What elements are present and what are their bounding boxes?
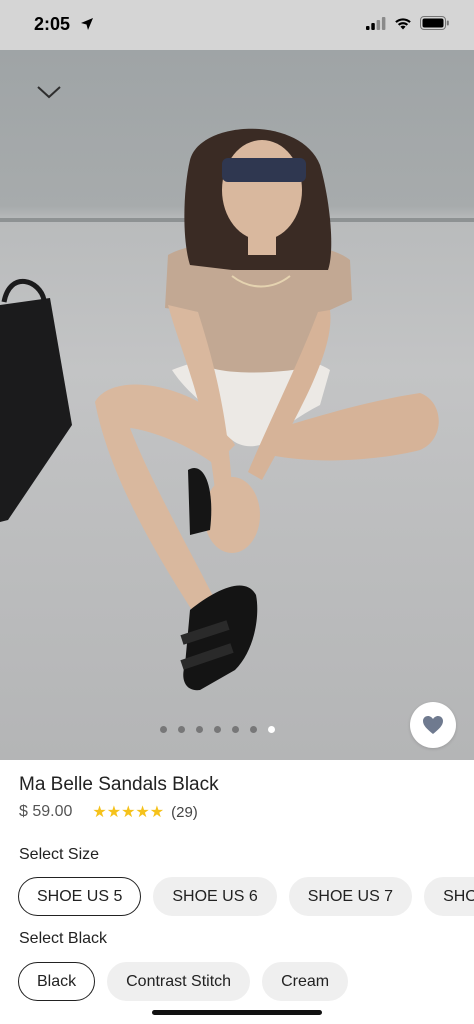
color-option-black[interactable]: Black [18, 962, 96, 1001]
size-option-us8[interactable]: SHOE US 8 [424, 877, 474, 916]
battery-icon [420, 16, 449, 30]
size-option-us6[interactable]: SHOE US 6 [153, 877, 277, 916]
color-option-contrast-stitch[interactable]: Contrast Stitch [107, 962, 251, 1001]
pagination-dot[interactable] [250, 726, 257, 733]
pagination-dot[interactable] [196, 726, 203, 733]
color-option-cream[interactable]: Cream [262, 962, 349, 1001]
price-row: $ 59.00 ★★★★★ (29) [19, 802, 198, 822]
pagination-dot[interactable] [160, 726, 167, 733]
product-title: Ma Belle Sandals Black [19, 774, 219, 795]
model-photo-illustration [0, 128, 439, 691]
home-indicator [152, 1010, 322, 1015]
image-pagination-dots[interactable] [160, 726, 275, 733]
product-image[interactable] [0, 50, 474, 760]
pagination-dot[interactable] [232, 726, 239, 733]
cellular-signal-icon [366, 16, 386, 30]
heart-icon [423, 716, 443, 734]
chevron-down-icon[interactable] [36, 84, 62, 100]
select-color-label: Select Black [19, 930, 108, 947]
select-size-label: Select Size [19, 846, 100, 863]
size-options: SHOE US 5 SHOE US 6 SHOE US 7 SHOE US 8 [18, 877, 474, 916]
rating-stars[interactable]: ★★★★★ [92, 802, 164, 822]
pagination-dot[interactable] [178, 726, 185, 733]
review-count[interactable]: (29) [171, 804, 198, 821]
location-arrow-icon [81, 18, 93, 30]
wifi-icon [395, 17, 411, 29]
pagination-dot[interactable] [214, 726, 221, 733]
price: $ 59.00 [19, 803, 73, 820]
favorite-button[interactable] [410, 702, 456, 748]
size-option-us5[interactable]: SHOE US 5 [18, 877, 142, 916]
color-options: Black Contrast Stitch Cream [18, 962, 349, 1001]
pagination-dot-active[interactable] [268, 726, 275, 733]
status-bar: 2:05 [0, 0, 474, 50]
status-time: 2:05 [34, 14, 71, 34]
size-option-us7[interactable]: SHOE US 7 [288, 877, 413, 916]
